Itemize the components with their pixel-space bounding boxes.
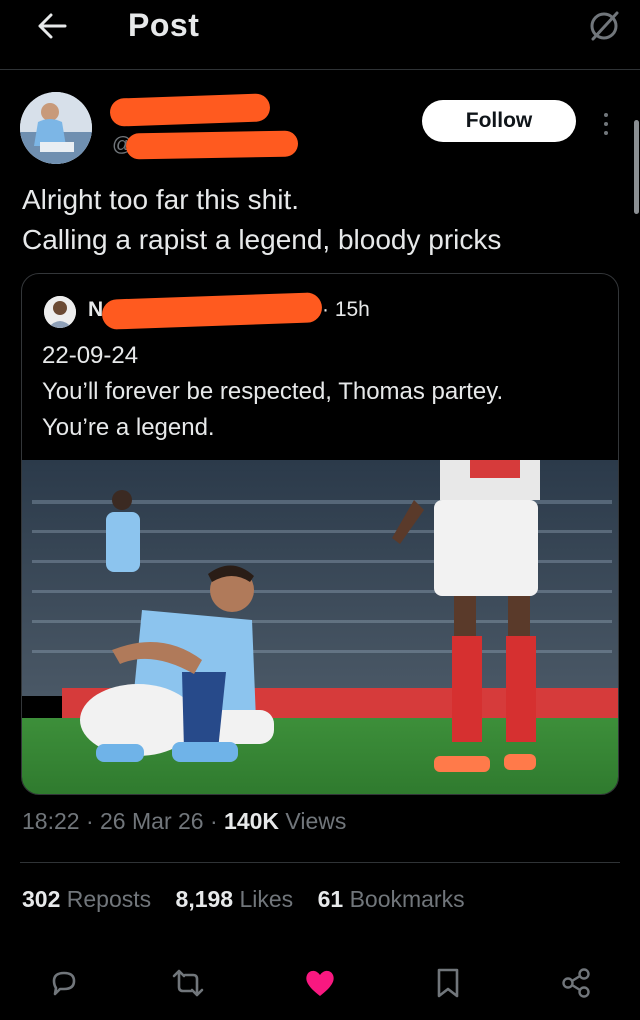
likes-stat[interactable]: 8,198 Likes	[176, 886, 294, 912]
likes-count: 8,198	[175, 886, 234, 912]
repost-icon[interactable]	[168, 963, 208, 1003]
like-icon[interactable]	[300, 963, 340, 1003]
quoted-text-line: You’re a legend.	[42, 414, 215, 441]
reposts-stat[interactable]: 302 Reposts	[22, 886, 151, 912]
views-label[interactable]: Views	[279, 808, 346, 834]
author-row: Fo @ Follow	[20, 92, 620, 172]
quoted-post[interactable]: N · 15h 22-09-24 You’ll forever be respe…	[21, 273, 619, 795]
views-count[interactable]: 140K	[224, 808, 279, 834]
reposts-label: Reposts	[66, 886, 152, 912]
meta-separator: ·	[79, 808, 101, 834]
likes-label: Likes	[239, 886, 294, 912]
follow-button[interactable]: Follow	[422, 100, 576, 142]
scrollbar[interactable]	[634, 120, 639, 214]
display-name-redaction	[109, 93, 271, 127]
quoted-text-line: 22-09-24	[42, 342, 139, 369]
divider	[20, 862, 620, 863]
post-time: 18:22	[22, 808, 80, 834]
quoted-timestamp: · 15h	[322, 298, 370, 321]
author-avatar[interactable]	[20, 92, 92, 164]
meta-separator: ·	[203, 808, 225, 834]
page-title: Post	[128, 7, 200, 43]
action-bar	[0, 955, 640, 1015]
post-text-line: Calling a rapist a legend, bloody pricks	[22, 224, 502, 255]
bookmark-icon[interactable]	[428, 963, 468, 1003]
post-text-line: Alright too far this shit.	[22, 184, 300, 215]
engagement-stats: 302 Reposts 8,198 Likes 61 Bookmarks	[22, 886, 483, 913]
quoted-author-avatar	[44, 296, 76, 328]
quoted-post-header: N · 15h	[44, 292, 584, 330]
quoted-post-photo[interactable]	[22, 460, 618, 794]
quoted-text-line: You’ll forever be respected, Thomas part…	[42, 378, 504, 405]
more-icon[interactable]	[596, 104, 616, 144]
post-text: Alright too far this shit. Calling a rap…	[22, 180, 622, 260]
bookmarks-label: Bookmarks	[349, 886, 465, 912]
reposts-count: 302	[22, 886, 61, 912]
quoted-post-text: 22-09-24 You’ll forever be respected, Th…	[42, 338, 602, 446]
bookmarks-stat[interactable]: 61 Bookmarks	[318, 886, 465, 912]
share-icon[interactable]	[556, 963, 596, 1003]
grok-icon[interactable]	[582, 6, 626, 46]
bookmarks-count: 61	[317, 886, 344, 912]
handle-redaction	[125, 130, 299, 160]
top-bar: Post	[0, 0, 640, 70]
post-meta: 18:22 · 26 Mar 26 · 140K Views	[22, 808, 346, 835]
reply-icon[interactable]	[44, 963, 84, 1003]
post-date: 26 Mar 26	[100, 808, 204, 834]
back-arrow-icon[interactable]	[30, 6, 74, 46]
